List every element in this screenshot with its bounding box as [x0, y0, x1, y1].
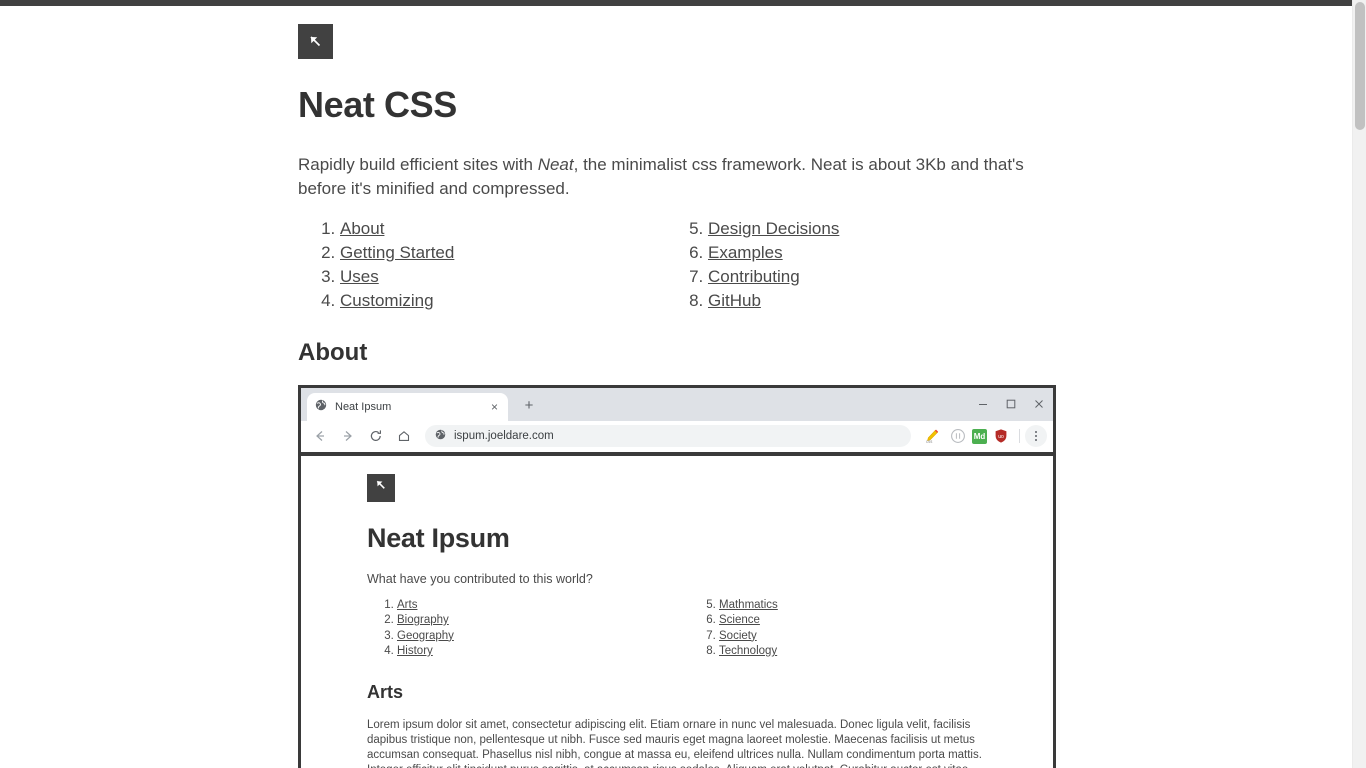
reload-icon[interactable]: [363, 423, 389, 449]
list-item: Science: [719, 613, 778, 629]
embedded-nav-link-geography[interactable]: Geography: [397, 630, 454, 642]
nav-link-getting-started[interactable]: Getting Started: [340, 243, 454, 262]
list-item: History: [397, 644, 689, 660]
embedded-nav-lists: Arts Biography Geography History Mathmat…: [367, 598, 1053, 660]
nav-link-design-decisions[interactable]: Design Decisions: [708, 219, 839, 238]
embedded-nav-link-technology[interactable]: Technology: [719, 645, 777, 657]
list-item: Geography: [397, 629, 689, 645]
nav-link-github[interactable]: GitHub: [708, 291, 761, 310]
close-button[interactable]: [1025, 388, 1053, 421]
page-scrollbar[interactable]: [1352, 0, 1366, 768]
maximize-button[interactable]: [997, 388, 1025, 421]
page-title: Neat CSS: [298, 84, 457, 125]
list-item: Customizing: [340, 289, 666, 313]
nav-link-customizing[interactable]: Customizing: [340, 291, 434, 310]
embedded-page-subtitle: What have you contributed to this world?: [367, 571, 593, 586]
kebab-menu-icon[interactable]: [1025, 425, 1047, 448]
site-logo-badge[interactable]: [298, 24, 333, 59]
list-item: Getting Started: [340, 241, 666, 265]
window-controls: [969, 388, 1053, 421]
nav-link-about[interactable]: About: [340, 219, 384, 238]
nav-link-examples[interactable]: Examples: [708, 243, 783, 262]
circle-reader-icon[interactable]: [946, 424, 970, 448]
browser-tab[interactable]: Neat Ipsum ×: [307, 392, 508, 421]
css-pencil-icon[interactable]: css: [920, 424, 944, 448]
svg-text:css: css: [926, 439, 932, 444]
globe-icon: [315, 398, 327, 416]
page-viewport: Neat CSS Rapidly build efficient sites w…: [0, 0, 1366, 768]
embedded-page-title: Neat Ipsum: [367, 522, 510, 553]
embedded-nav-link-history[interactable]: History: [397, 645, 433, 657]
new-tab-button[interactable]: +: [516, 393, 542, 419]
list-item: Mathmatics: [719, 598, 778, 614]
intro-emphasis: Neat: [537, 154, 574, 174]
arrow-up-left-icon: [374, 478, 388, 497]
address-bar-url: ispum.joeldare.com: [454, 430, 554, 443]
nav-list-left: About Getting Started Uses Customizing: [298, 217, 666, 313]
intro-paragraph: Rapidly build efficient sites with Neat,…: [298, 153, 1028, 201]
kebab-dot: [1035, 435, 1037, 438]
embedded-nav-link-arts[interactable]: Arts: [397, 599, 417, 611]
embedded-nav-list-right: Mathmatics Science Society Technology: [689, 598, 778, 660]
embedded-body-paragraph: Lorem ipsum dolor sit amet, consectetur …: [367, 718, 982, 768]
browser-screenshot-image: Neat Ipsum × + ispum.joeldare.com css Md…: [298, 384, 1056, 768]
list-item: Uses: [340, 265, 666, 289]
globe-icon: [435, 427, 446, 445]
nav-link-lists: About Getting Started Uses Customizing D…: [298, 217, 1058, 313]
home-icon[interactable]: [391, 423, 417, 449]
markdown-icon[interactable]: Md: [972, 428, 987, 444]
browser-tab-strip: Neat Ipsum × +: [301, 387, 1053, 421]
list-item: Design Decisions: [708, 217, 1034, 241]
embedded-nav-link-biography[interactable]: Biography: [397, 614, 449, 626]
section-heading-about: About: [298, 338, 368, 366]
arrow-up-left-icon: [307, 33, 324, 50]
kebab-dot: [1035, 431, 1037, 434]
browser-toolbar: ispum.joeldare.com css Md uo: [301, 420, 1053, 456]
embedded-page-content: Neat Ipsum What have you contributed to …: [301, 455, 1053, 768]
list-item: GitHub: [708, 289, 1034, 313]
list-item: Technology: [719, 644, 778, 660]
nav-link-contributing[interactable]: Contributing: [708, 267, 800, 286]
minimize-button[interactable]: [969, 388, 997, 421]
kebab-dot: [1035, 439, 1037, 442]
list-item: Society: [719, 629, 778, 645]
list-item: Examples: [708, 241, 1034, 265]
intro-text-before: Rapidly build efficient sites with: [298, 154, 538, 174]
browser-tab-title: Neat Ipsum: [335, 400, 392, 413]
embedded-section-heading-arts: Arts: [367, 681, 404, 702]
embedded-nav-list-left: Arts Biography Geography History: [367, 598, 689, 660]
browser-extensions: css Md uo: [919, 424, 1047, 448]
embedded-site-logo-badge[interactable]: [367, 473, 395, 502]
address-bar[interactable]: ispum.joeldare.com: [425, 425, 911, 448]
nav-link-uses[interactable]: Uses: [340, 267, 379, 286]
list-item: Contributing: [708, 265, 1034, 289]
ublock-shield-icon[interactable]: uo: [989, 424, 1013, 448]
main-content: Neat CSS Rapidly build efficient sites w…: [298, 0, 1058, 768]
back-arrow-icon[interactable]: [307, 423, 333, 449]
toolbar-divider: [1019, 429, 1020, 444]
embedded-nav-link-mathmatics[interactable]: Mathmatics: [719, 599, 778, 611]
embedded-nav-link-science[interactable]: Science: [719, 614, 760, 626]
list-item: Biography: [397, 613, 689, 629]
svg-text:uo: uo: [998, 434, 1004, 440]
nav-list-right: Design Decisions Examples Contributing G…: [666, 217, 1034, 313]
list-item: About: [340, 217, 666, 241]
list-item: Arts: [397, 598, 689, 614]
forward-arrow-icon[interactable]: [335, 423, 361, 449]
scrollbar-thumb[interactable]: [1355, 2, 1365, 130]
embedded-nav-link-society[interactable]: Society: [719, 630, 757, 642]
tab-close-icon[interactable]: ×: [489, 401, 500, 413]
